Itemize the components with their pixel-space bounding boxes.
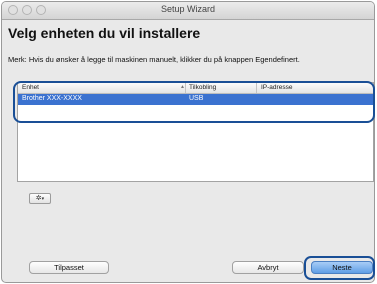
chevron-down-icon: ▾ xyxy=(41,196,45,202)
gear-menu-button[interactable]: ✲▾ xyxy=(29,193,51,204)
device-row-callout-outline xyxy=(13,81,375,123)
manual-add-note: Merk: Hvis du ønsker å legge til maskine… xyxy=(8,55,300,64)
custom-button[interactable]: Tilpasset xyxy=(29,261,109,274)
cancel-button[interactable]: Avbryt xyxy=(232,261,304,274)
page-heading: Velg enheten du vil installere xyxy=(8,25,201,41)
window-title: Setup Wizard xyxy=(160,4,216,14)
next-button-callout-outline xyxy=(304,256,375,280)
title-bar: Setup Wizard xyxy=(2,2,374,20)
